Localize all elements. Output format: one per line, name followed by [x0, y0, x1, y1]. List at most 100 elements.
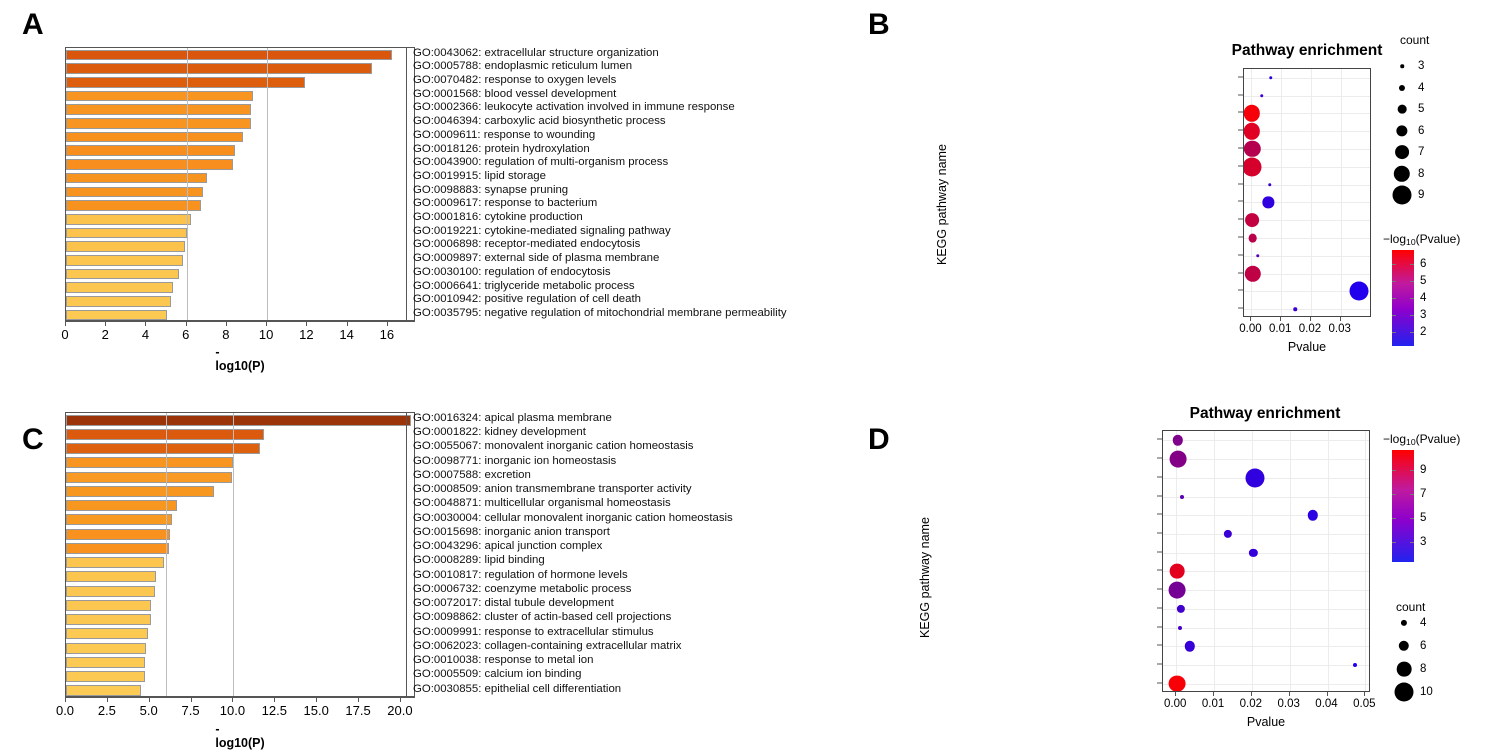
bar: [66, 63, 372, 74]
data-point: [1177, 604, 1186, 613]
color-bar-tick: [1392, 542, 1396, 543]
go-term-label: GO:0070482: response to oxygen levels: [413, 74, 617, 87]
bar: [66, 76, 306, 88]
bar: [66, 685, 142, 697]
gridline: [1244, 113, 1370, 115]
bar: [66, 599, 152, 611]
x-tick-label: 17.5: [345, 703, 371, 718]
gridline: [1176, 431, 1178, 691]
legend-size-label: 6: [1420, 640, 1427, 652]
go-term-label: GO:0072017: distal tubule development: [413, 597, 614, 610]
panel-a-x-axis: [65, 321, 415, 322]
x-tick-label: 8: [222, 327, 230, 342]
go-term-label: GO:0016324: apical plasma membrane: [413, 411, 612, 424]
go-term-label: GO:0002366: leukocyte activation involve…: [413, 101, 735, 114]
bar: [66, 159, 233, 170]
legend-size-dot: [1396, 124, 1408, 137]
y-tick: [1157, 682, 1162, 684]
panel-b-x-axis-title: Pvalue: [1287, 340, 1327, 354]
bar: [66, 585, 155, 597]
gridline: [166, 413, 168, 696]
gridline: [1310, 69, 1312, 316]
data-point: [1244, 265, 1261, 282]
data-point: [1245, 468, 1265, 488]
gridline: [1163, 571, 1369, 573]
bar: [66, 145, 235, 157]
bar: [66, 457, 233, 469]
go-term-label: GO:0009617: response to bacterium: [413, 197, 598, 210]
x-tick-label: 0: [61, 327, 69, 342]
x-tick: [190, 697, 192, 702]
y-tick: [1238, 272, 1243, 274]
x-tick: [306, 321, 308, 326]
bar: [66, 255, 183, 266]
legend-size-label: 7: [1418, 146, 1425, 158]
panel-c-letter: C: [22, 423, 44, 456]
go-term-label: GO:0098883: synapse pruning: [413, 183, 569, 196]
panel-b-color-legend-title: −log10(Pvalue): [1383, 232, 1461, 248]
gridline: [1244, 166, 1370, 168]
y-tick: [1157, 438, 1162, 440]
gridline: [1163, 533, 1369, 535]
go-term-label: GO:0048871: multicellular organismal hom…: [413, 497, 671, 510]
bar: [66, 528, 170, 540]
x-tick: [185, 321, 187, 326]
data-point: [1180, 494, 1185, 499]
gridline: [1244, 184, 1370, 186]
x-tick: [1288, 692, 1290, 696]
legend-size-dot: [1397, 104, 1407, 114]
color-bar-tick: [1392, 298, 1396, 299]
y-tick: [1157, 663, 1162, 665]
bar: [66, 172, 207, 184]
color-bar-label: 5: [1420, 275, 1427, 288]
panel-d-color-legend-title: −log10(Pvalue): [1383, 432, 1461, 448]
color-bar-tick: [1410, 298, 1414, 299]
x-tick-label: 10.0: [219, 703, 246, 718]
color-bar-tick: [1392, 518, 1396, 519]
bar: [66, 90, 254, 102]
panel-c-plot-area: [65, 412, 415, 697]
data-point: [1352, 662, 1357, 667]
bar: [66, 656, 145, 668]
x-tick: [1280, 317, 1282, 321]
x-tick: [358, 697, 360, 702]
go-term-label: GO:0030855: epithelial cell differentiat…: [413, 682, 622, 695]
x-tick-label: 4: [141, 327, 150, 342]
go-term-label: GO:0018126: protein hydroxylation: [413, 142, 590, 155]
go-term-label: GO:0030100: regulation of endocytosis: [413, 265, 611, 278]
go-term-label: GO:0009897: external side of plasma memb…: [413, 252, 660, 265]
go-term-label: GO:0010942: positive regulation of cell …: [413, 293, 641, 306]
bar: [66, 186, 203, 198]
bar: [66, 241, 185, 252]
x-tick: [1339, 317, 1341, 321]
go-term-label: GO:0009611: response to wounding: [413, 128, 596, 141]
color-bar-tick: [1410, 331, 1414, 333]
go-term-label: GO:0098862: cluster of actin-based cell …: [413, 611, 672, 624]
gridline: [1365, 431, 1367, 691]
bar: [66, 227, 187, 239]
x-tick-label: 14: [339, 327, 354, 342]
data-point: [1248, 233, 1257, 243]
x-tick: [1364, 692, 1366, 696]
bar: [66, 542, 169, 554]
data-point: [1244, 123, 1261, 140]
y-tick: [1238, 236, 1243, 238]
data-point: [1245, 213, 1260, 228]
bar: [66, 268, 179, 280]
panel-c-bars: [66, 413, 414, 697]
y-tick: [1157, 476, 1162, 478]
legend-size-label: 9: [1418, 189, 1425, 201]
y-tick: [1157, 532, 1162, 534]
gridline: [1281, 69, 1283, 316]
x-tick-label: 0.05: [1353, 698, 1376, 710]
data-point: [1184, 640, 1196, 652]
gridline: [1244, 273, 1370, 275]
color-bar-tick: [1392, 264, 1396, 266]
x-tick-label: 0.03: [1328, 323, 1351, 335]
y-tick: [1238, 307, 1243, 309]
gridline: [1244, 255, 1370, 257]
legend-size-label: 8: [1418, 167, 1425, 180]
x-tick: [65, 697, 66, 702]
legend-size-dot: [1398, 640, 1410, 652]
panel-a-x-axis-title: -log10(P): [215, 345, 265, 373]
